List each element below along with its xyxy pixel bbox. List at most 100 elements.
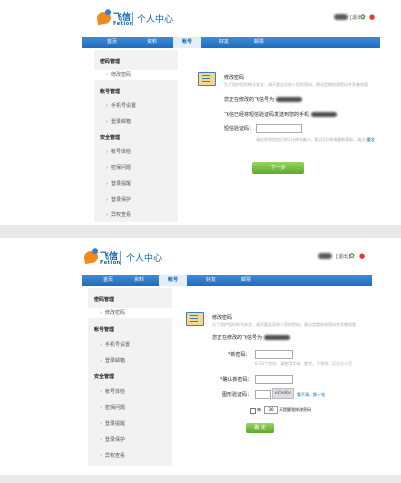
confirm-password-input[interactable] <box>255 375 293 384</box>
bound-phone-text: 您正在修改的飞信号为 <box>212 334 291 341</box>
screenshot-panel-verify: 飞信 Fetion 个人中心 [退出] ✿ ● 首页 资料 帐号 好友 邮票 密… <box>0 0 401 225</box>
sidebar-group-password: 密码管理 <box>100 59 121 65</box>
nav-account[interactable]: 帐号 <box>173 37 201 48</box>
logout-link[interactable]: [退出] <box>336 253 350 260</box>
remind-days-select[interactable]: 30 <box>264 406 278 414</box>
sms-code-label: 短信验证码： <box>224 126 255 132</box>
sidebar-group-security: 安全管理 <box>94 374 115 380</box>
bullet-icon: › <box>100 437 102 443</box>
bound-phone-label: 您正在修改的飞信号为 <box>212 335 263 341</box>
sidebar-item-label: 登录提醒 <box>111 181 132 187</box>
username-redacted <box>334 14 348 20</box>
sidebar-item-label: 异权查看 <box>111 212 132 218</box>
sidebar: 密码管理 › 修改密码 帐号管理 › 手机号设置 › 登录邮箱 安全管理 › 帐号体检 … <box>88 288 172 466</box>
sidebar: 密码管理 › 修改密码 帐号管理 › 手机号设置 › 登录邮箱 安全管理 › 帐号体检 … <box>94 50 178 222</box>
sidebar-item-login-email[interactable]: › 登录邮箱 <box>100 357 125 364</box>
sidebar-item-review[interactable]: › 异权查看 <box>106 211 131 218</box>
bullet-icon: › <box>106 197 108 203</box>
nav-profile[interactable]: 资料 <box>138 37 166 48</box>
bullet-icon: › <box>100 405 102 411</box>
nav-friends[interactable]: 好友 <box>210 37 238 48</box>
bullet-icon: › <box>106 149 108 155</box>
confirm-password-label: *确认新密码： <box>220 377 253 383</box>
sidebar-item-account-check[interactable]: › 帐号体检 <box>100 388 125 395</box>
form-document-icon <box>186 312 204 326</box>
nav-stamps[interactable]: 邮票 <box>245 37 273 48</box>
sidebar-item-security-question[interactable]: › 密保问题 <box>100 404 125 411</box>
bound-phone-text: 您正在修改的飞信号为 <box>224 96 303 103</box>
phone-redacted <box>311 112 338 117</box>
help-icon[interactable]: ● <box>369 13 375 21</box>
sidebar-item-label: 帐号体检 <box>105 389 126 395</box>
sidebar-group-security: 安全管理 <box>100 135 121 141</box>
bullet-icon: › <box>106 72 108 78</box>
settings-icon[interactable]: ✿ <box>349 252 355 260</box>
sidebar-item-label: 登录邮箱 <box>111 119 132 125</box>
sidebar-item-login-protect[interactable]: › 登录保护 <box>106 196 131 203</box>
nav-home[interactable]: 首页 <box>94 275 122 286</box>
sms-code-input[interactable] <box>256 124 302 133</box>
logo-english: Fetion <box>113 21 134 27</box>
bullet-icon: › <box>100 342 102 348</box>
captcha-label: 图形验证码： <box>222 392 253 398</box>
settings-icon[interactable]: ✿ <box>360 13 366 21</box>
new-password-input[interactable] <box>255 350 293 359</box>
nav-profile[interactable]: 资料 <box>125 275 153 286</box>
phone-redacted <box>264 335 291 340</box>
sidebar-item-label: 登录提醒 <box>105 421 126 427</box>
next-step-button[interactable]: 下一步 <box>252 162 304 174</box>
header: 飞信 Fetion 个人中心 [退出] ✿ ● <box>0 238 401 270</box>
sidebar-item-phone[interactable]: › 手机号设置 <box>100 341 130 348</box>
sms-sent-text: 飞信已经将短信验证码发送到您的手机 <box>224 111 338 118</box>
sidebar-item-login-remind[interactable]: › 登录提醒 <box>106 180 131 187</box>
password-remind-checkbox[interactable] <box>250 408 256 414</box>
resend-link[interactable]: 重发 <box>367 137 375 143</box>
logo-english: Fetion <box>100 260 121 266</box>
sidebar-item-change-password[interactable]: › 修改密码 <box>88 308 172 318</box>
main-content: 修改密码 为了保护您的帐号安全，请不要告诉他人您的密码，建议定期修改密码并妥善保… <box>186 50 401 222</box>
section-title: 修改密码 <box>212 315 233 321</box>
sidebar-item-login-remind[interactable]: › 登录提醒 <box>100 420 125 427</box>
bullet-icon: › <box>100 310 102 316</box>
sidebar-item-login-protect[interactable]: › 登录保护 <box>100 436 125 443</box>
nav-account[interactable]: 帐号 <box>159 275 187 286</box>
username-redacted <box>318 253 332 259</box>
captcha-input[interactable] <box>255 390 271 399</box>
bullet-icon: › <box>106 119 108 125</box>
sidebar-group-password: 密码管理 <box>94 297 115 303</box>
refresh-captcha-link[interactable]: 看不清，换一张 <box>297 392 325 398</box>
nav-stamps[interactable]: 邮票 <box>232 275 260 286</box>
phone-redacted <box>276 97 303 102</box>
confirm-button[interactable]: 确 定 <box>246 423 274 433</box>
sidebar-item-label: 密保问题 <box>105 405 126 411</box>
nav-home[interactable]: 首页 <box>98 37 126 48</box>
sidebar-item-label: 手机号设置 <box>105 342 131 348</box>
help-icon[interactable]: ● <box>359 252 365 260</box>
bullet-icon: › <box>106 212 108 218</box>
main-nav: 首页 资料 帐号 好友 邮票 <box>82 275 372 286</box>
sidebar-item-phone[interactable]: › 手机号设置 <box>106 102 136 109</box>
header-divider <box>132 12 133 26</box>
header-divider <box>120 251 121 265</box>
header: 飞信 Fetion 个人中心 [退出] ✿ ● <box>0 0 401 32</box>
sidebar-item-label: 帐号体检 <box>111 149 132 155</box>
section-note: 为了保护您的帐号安全，请不要告诉他人您的密码，建议定期修改密码并妥善保管 <box>212 322 356 327</box>
sidebar-item-security-question[interactable]: › 密保问题 <box>106 164 131 171</box>
sidebar-item-account-check[interactable]: › 帐号体检 <box>106 148 131 155</box>
bullet-icon: › <box>100 358 102 364</box>
main-nav: 首页 资料 帐号 好友 邮票 <box>82 37 380 48</box>
nav-friends[interactable]: 好友 <box>197 275 225 286</box>
sidebar-item-label: 登录保护 <box>105 437 126 443</box>
sidebar-item-login-email[interactable]: › 登录邮箱 <box>106 118 131 125</box>
sidebar-item-label: 登录邮箱 <box>105 358 126 364</box>
main-content: 修改密码 为了保护您的帐号安全，请不要告诉他人您的密码，建议定期修改密码并妥善保… <box>180 288 401 466</box>
sidebar-item-review[interactable]: › 异权查看 <box>100 452 125 459</box>
sidebar-item-label: 登录保护 <box>111 197 132 203</box>
sidebar-item-label: 手机号设置 <box>111 103 137 109</box>
sidebar-item-change-password[interactable]: › 修改密码 <box>94 70 178 80</box>
bullet-icon: › <box>106 103 108 109</box>
fetion-logo-icon <box>96 10 112 26</box>
captcha-image[interactable]: eDeKe <box>272 388 294 399</box>
sidebar-item-label: 异权查看 <box>105 453 126 459</box>
sidebar-group-account: 帐号管理 <box>94 327 115 333</box>
